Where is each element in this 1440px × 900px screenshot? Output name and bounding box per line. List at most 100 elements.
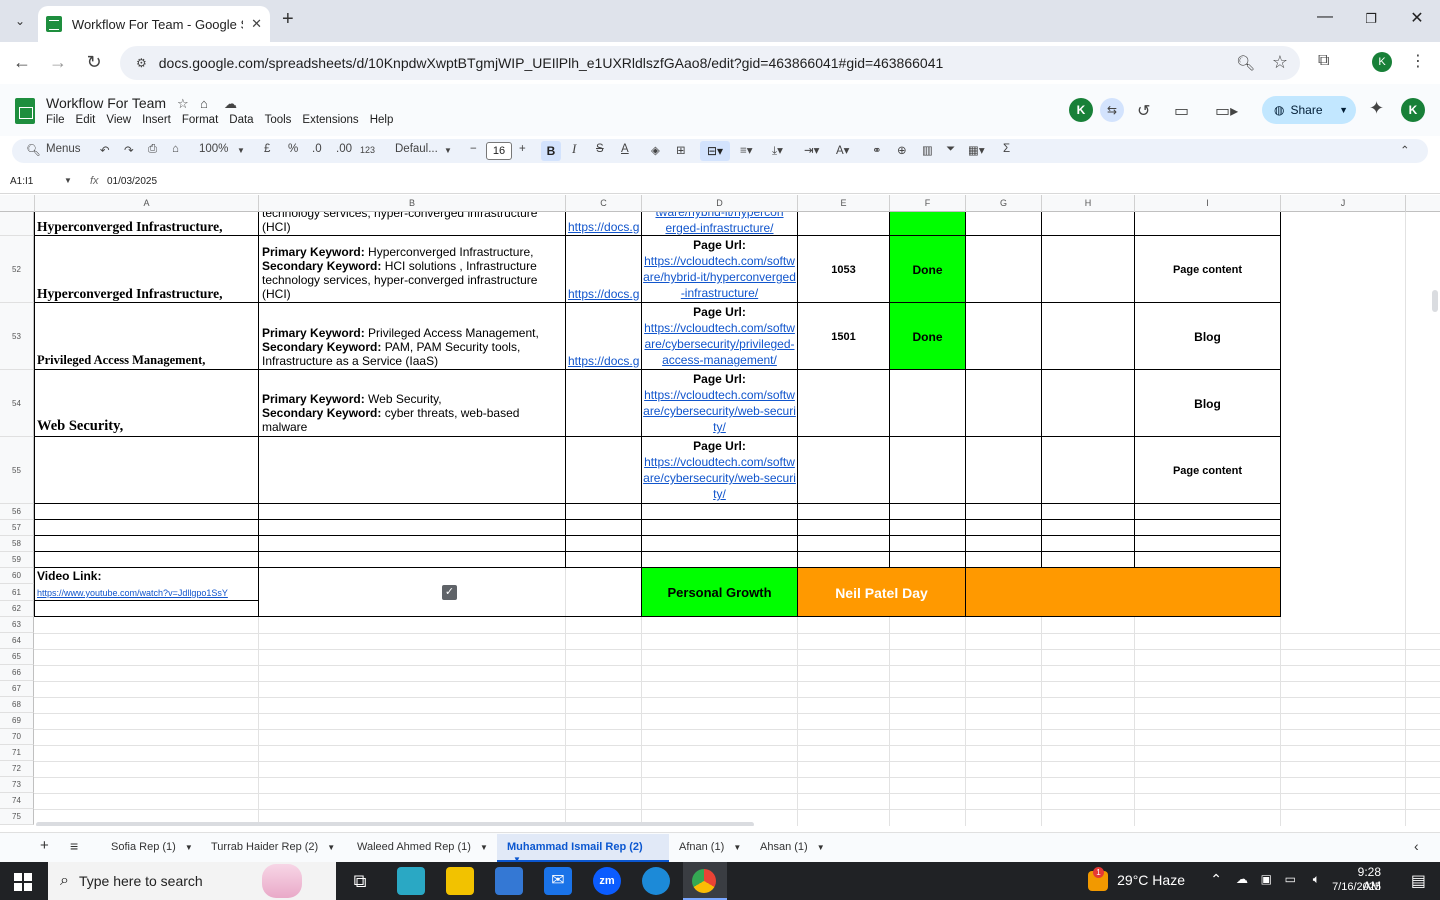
sheet-tab-ahsan[interactable]: Ahsan (1) ▼ xyxy=(760,841,825,853)
fill-color-icon[interactable]: ◈ xyxy=(651,143,660,157)
horizontal-align-icon[interactable]: ≡▾ xyxy=(740,143,752,157)
row-header-54[interactable]: 54 xyxy=(0,370,34,437)
column-header-g[interactable]: G xyxy=(966,195,1042,212)
cell-f52[interactable]: Done xyxy=(890,236,965,303)
cell-a54[interactable]: Web Security, xyxy=(37,418,257,435)
bold-icon[interactable]: B xyxy=(541,141,561,161)
cloud-status-icon[interactable]: ☁ xyxy=(224,96,237,112)
redo-icon[interactable]: ↷ xyxy=(124,143,134,157)
app-icon[interactable] xyxy=(397,867,425,895)
menu-search-label[interactable]: Menus xyxy=(46,143,81,155)
number-format[interactable]: 123 xyxy=(360,145,375,155)
row-header-70[interactable]: 70 xyxy=(0,729,34,745)
omnibox[interactable]: ⚙ docs.google.com/spreadsheets/d/10Knpdw… xyxy=(120,46,1300,80)
row-header-56[interactable]: 56 xyxy=(0,504,34,520)
cell-i53[interactable]: Blog xyxy=(1135,303,1280,370)
zoom-app-icon[interactable]: zm xyxy=(593,867,621,895)
page-url-link[interactable]: https://vcloudtech.com/software/cybersec… xyxy=(643,455,796,501)
zoom-icon[interactable]: 🔍︎ xyxy=(1236,54,1255,72)
taskbar-search[interactable]: ⌕ Type here to search xyxy=(48,862,336,900)
cell-d60[interactable]: Personal Growth xyxy=(642,568,797,617)
cell-b53[interactable]: Primary Keyword: Privileged Access Manag… xyxy=(259,326,564,368)
row-header-67[interactable]: 67 xyxy=(0,681,34,697)
restore-icon[interactable]: ❐ xyxy=(1356,11,1386,27)
chevron-down-icon[interactable]: ▼ xyxy=(185,843,193,852)
chevron-down-icon[interactable]: ▼ xyxy=(64,176,72,185)
row-header-63[interactable]: 63 xyxy=(0,617,34,633)
row-header-57[interactable]: 57 xyxy=(0,520,34,536)
chevron-left-icon[interactable]: ‹ xyxy=(1414,838,1419,854)
font-select[interactable]: Defaul... xyxy=(395,143,438,155)
row-header-71[interactable]: 71 xyxy=(0,745,34,761)
tab-search-icon[interactable]: ⌄ xyxy=(8,9,32,33)
row-header-75[interactable]: 75 xyxy=(0,809,34,825)
insert-chart-icon[interactable]: ▥ xyxy=(922,143,933,157)
percent-format[interactable]: % xyxy=(288,143,298,155)
cell-d55[interactable]: Page Url: https://vcloudtech.com/softwar… xyxy=(642,438,797,502)
star-icon[interactable]: ☆ xyxy=(177,96,189,112)
page-url-link[interactable]: tware/hybrid-it/hypercon xyxy=(642,212,797,220)
version-history-icon[interactable]: ↺ xyxy=(1137,101,1150,121)
page-url-link[interactable]: https://vcloudtech.com/software/cybersec… xyxy=(644,321,795,367)
chevron-down-icon[interactable]: ▼ xyxy=(817,843,825,852)
chevron-down-icon[interactable]: ▼ xyxy=(444,146,452,155)
profile-avatar[interactable]: K xyxy=(1372,52,1392,72)
row-header-64[interactable]: 64 xyxy=(0,633,34,649)
menu-view[interactable]: View xyxy=(106,114,131,126)
sheet-tab-sofia[interactable]: Sofia Rep (1) ▼ xyxy=(111,841,193,853)
file-explorer-icon[interactable] xyxy=(446,867,474,895)
column-header-e[interactable]: E xyxy=(798,195,890,212)
menu-format[interactable]: Format xyxy=(182,114,218,126)
horizontal-scrollbar-thumb[interactable] xyxy=(36,822,754,826)
cell-a53[interactable]: Privileged Access Management, xyxy=(37,353,257,368)
select-all-corner[interactable] xyxy=(0,195,35,212)
column-header-b[interactable]: B xyxy=(259,195,566,212)
merge-cells-icon[interactable]: ⊟▾ xyxy=(700,141,730,161)
meet-icon[interactable]: ▭▸ xyxy=(1215,101,1238,121)
cell-e60[interactable]: Neil Patel Day xyxy=(798,568,965,617)
browser-tab-active[interactable]: Workflow For Team - Google Sh ✕ xyxy=(38,6,270,42)
all-sheets-icon[interactable]: ≡ xyxy=(70,838,78,854)
row-header-72[interactable]: 72 xyxy=(0,761,34,777)
column-header-d[interactable]: D xyxy=(642,195,798,212)
italic-icon[interactable]: I xyxy=(572,141,576,157)
sheet-tab-muhammad-active[interactable]: Muhammad Ismail Rep (2) ▼ xyxy=(497,834,669,864)
task-view-icon[interactable]: ⧉ xyxy=(346,867,374,895)
row-header-74[interactable]: 74 xyxy=(0,793,34,809)
action-center-icon[interactable]: ▤ xyxy=(1411,871,1426,891)
mail-icon[interactable]: ✉ xyxy=(544,867,572,895)
row-header-62[interactable]: 62 xyxy=(0,601,34,617)
cell-a52[interactable]: Hyperconverged Infrastructure, xyxy=(37,286,257,302)
chevron-down-icon[interactable]: ▼ xyxy=(327,843,335,852)
font-size-increase-icon[interactable]: + xyxy=(519,143,526,155)
menu-search-icon[interactable]: 🔍︎ xyxy=(26,143,41,157)
text-rotation-icon[interactable]: A▾ xyxy=(836,143,849,157)
volume-icon[interactable]: 🔈︎ xyxy=(1313,872,1320,887)
borders-icon[interactable]: ⊞ xyxy=(676,143,686,157)
column-header-a[interactable]: A xyxy=(35,195,259,212)
chrome-taskbar-active[interactable] xyxy=(683,862,727,900)
formula-input[interactable]: 01/03/2025 xyxy=(107,176,157,187)
cell-d51[interactable]: tware/hybrid-it/hypercon erged-infrastru… xyxy=(642,212,797,236)
forward-icon[interactable]: → xyxy=(46,52,70,73)
microsoft-store-icon[interactable] xyxy=(495,867,523,895)
spreadsheet-grid[interactable]: 52 53 54 55 56 57 58 59 60 61 62 63 64 6… xyxy=(0,212,1440,826)
font-size-input[interactable]: 16 xyxy=(486,142,512,160)
move-folder-icon[interactable]: ⌂ xyxy=(200,96,208,111)
font-size-decrease-icon[interactable]: − xyxy=(470,143,477,155)
row-header-51[interactable] xyxy=(0,212,34,236)
text-color-icon[interactable]: A xyxy=(621,143,629,155)
cell-i54[interactable]: Blog xyxy=(1135,370,1280,437)
cell-a51[interactable]: Hyperconverged Infrastructure, xyxy=(37,219,257,235)
onedrive-icon[interactable]: ☁ xyxy=(1236,872,1248,886)
row-header-52[interactable]: 52 xyxy=(0,236,34,303)
page-url-link[interactable]: https://vcloudtech.com/software/hybrid-i… xyxy=(643,254,796,300)
menu-tools[interactable]: Tools xyxy=(265,114,292,126)
cell-e52[interactable]: 1053 xyxy=(798,236,889,303)
row-header-55[interactable]: 55 xyxy=(0,437,34,504)
share-button[interactable]: ◍ Share ▼ xyxy=(1262,96,1356,124)
cell-b51[interactable]: technology services, hyper-converged inf… xyxy=(259,212,564,236)
windows-start-icon[interactable] xyxy=(14,873,32,891)
reload-icon[interactable]: ↻ xyxy=(82,52,106,73)
gemini-sparkle-icon[interactable]: ✦ xyxy=(1369,98,1384,119)
